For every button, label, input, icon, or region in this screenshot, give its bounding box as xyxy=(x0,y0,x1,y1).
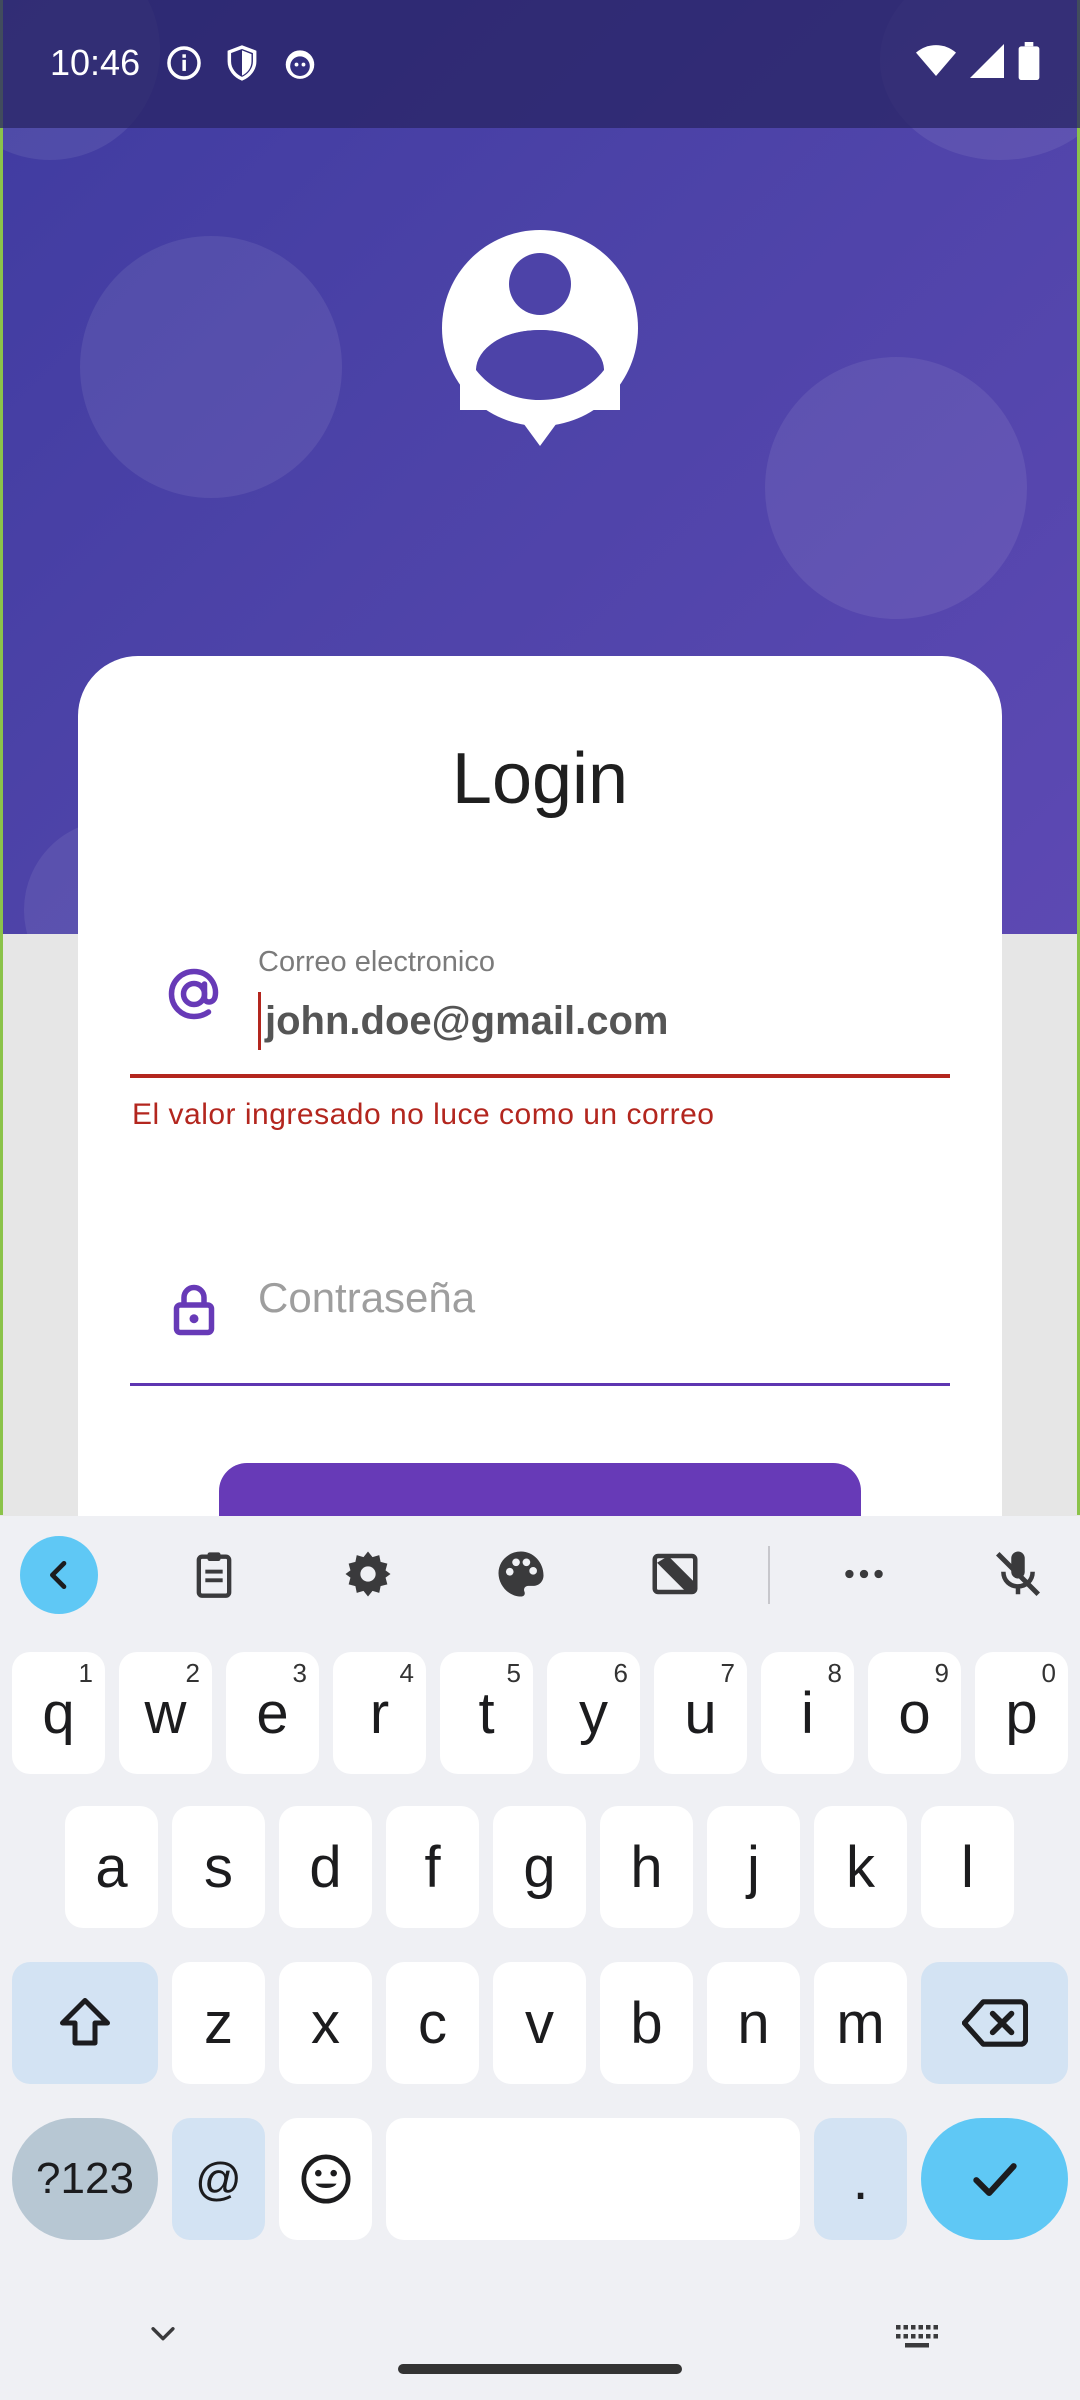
gear-icon[interactable] xyxy=(336,1542,400,1606)
key-v[interactable]: v xyxy=(493,1962,586,2084)
back-icon[interactable] xyxy=(20,1536,98,1614)
space-key[interactable] xyxy=(386,2118,800,2240)
key-f[interactable]: f xyxy=(386,1806,479,1928)
symbols-key[interactable]: ?123 xyxy=(12,2118,158,2240)
key-n[interactable]: n xyxy=(707,1962,800,2084)
home-indicator[interactable] xyxy=(398,2364,682,2374)
key-l[interactable]: l xyxy=(921,1806,1014,1928)
email-error-message: El valor ingresado no luce como un corre… xyxy=(132,1098,715,1131)
key-m[interactable]: m xyxy=(814,1962,907,2084)
key-z[interactable]: z xyxy=(172,1962,265,2084)
key-a[interactable]: a xyxy=(65,1806,158,1928)
at-key[interactable]: @ xyxy=(172,2118,265,2240)
key-p[interactable]: p0 xyxy=(975,1652,1068,1774)
user-avatar-icon xyxy=(442,230,638,446)
password-field[interactable]: Contraseña xyxy=(130,1230,950,1386)
key-j[interactable]: j xyxy=(707,1806,800,1928)
backspace-key[interactable] xyxy=(921,1962,1068,2084)
shield-icon xyxy=(227,45,257,81)
key-r[interactable]: r4 xyxy=(333,1652,426,1774)
text-caret xyxy=(258,992,261,1050)
at-sign-icon xyxy=(168,968,219,1020)
period-key[interactable]: . xyxy=(814,2118,907,2240)
key-s[interactable]: s xyxy=(172,1806,265,1928)
status-icons-left xyxy=(165,44,319,82)
key-g[interactable]: g xyxy=(493,1806,586,1928)
enter-key[interactable] xyxy=(921,2118,1068,2240)
chevron-down-icon[interactable] xyxy=(146,2316,180,2350)
palette-icon[interactable] xyxy=(489,1542,553,1606)
soft-keyboard: q1 w2 e3 r4 t5 y6 u7 i8 o9 p0 a s d f g … xyxy=(0,1516,1080,2400)
key-y[interactable]: y6 xyxy=(547,1652,640,1774)
email-field[interactable]: Correo electronico john.doe@gmail.com xyxy=(130,930,950,1078)
email-label: Correo electronico xyxy=(258,946,495,978)
key-w[interactable]: w2 xyxy=(119,1652,212,1774)
mic-off-icon[interactable] xyxy=(986,1542,1050,1606)
page-title: Login xyxy=(451,739,629,819)
wifi-icon xyxy=(916,45,956,76)
battery-icon xyxy=(1018,42,1040,80)
decor-bubble xyxy=(80,236,342,498)
resize-icon[interactable] xyxy=(643,1542,707,1606)
shift-icon xyxy=(60,1998,110,2046)
key-h[interactable]: h xyxy=(600,1806,693,1928)
android-icon xyxy=(285,50,315,79)
key-b[interactable]: b xyxy=(600,1962,693,2084)
backspace-icon xyxy=(961,1999,1028,2047)
email-value: john.doe@gmail.com xyxy=(265,998,669,1043)
status-time: 10:46 xyxy=(50,42,141,83)
emoji-icon xyxy=(301,2154,350,2204)
info-icon xyxy=(167,46,201,80)
lock-icon xyxy=(173,1284,215,1336)
toolbar-divider xyxy=(768,1546,770,1604)
decor-bubble xyxy=(765,357,1027,619)
key-u[interactable]: u7 xyxy=(654,1652,747,1774)
key-e[interactable]: e3 xyxy=(226,1652,319,1774)
signal-icon xyxy=(970,44,1004,78)
clipboard-icon[interactable] xyxy=(182,1542,246,1606)
key-i[interactable]: i8 xyxy=(761,1652,854,1774)
keyboard-switch-icon[interactable] xyxy=(894,2322,940,2352)
shift-key[interactable] xyxy=(12,1962,158,2084)
key-x[interactable]: x xyxy=(279,1962,372,2084)
key-t[interactable]: t5 xyxy=(440,1652,533,1774)
key-d[interactable]: d xyxy=(279,1806,372,1928)
email-input[interactable]: john.doe@gmail.com xyxy=(258,992,668,1050)
status-bar: 10:46 xyxy=(0,0,1080,128)
key-q[interactable]: q1 xyxy=(12,1652,105,1774)
emoji-key[interactable] xyxy=(279,2118,372,2240)
more-icon[interactable] xyxy=(832,1542,896,1606)
key-k[interactable]: k xyxy=(814,1806,907,1928)
status-icons-right xyxy=(916,42,1040,80)
checkmark-icon xyxy=(972,2163,1017,2197)
password-input[interactable]: Contraseña xyxy=(258,1274,475,1322)
key-c[interactable]: c xyxy=(386,1962,479,2084)
key-o[interactable]: o9 xyxy=(868,1652,961,1774)
keyboard-toolbar xyxy=(0,1516,1080,1632)
